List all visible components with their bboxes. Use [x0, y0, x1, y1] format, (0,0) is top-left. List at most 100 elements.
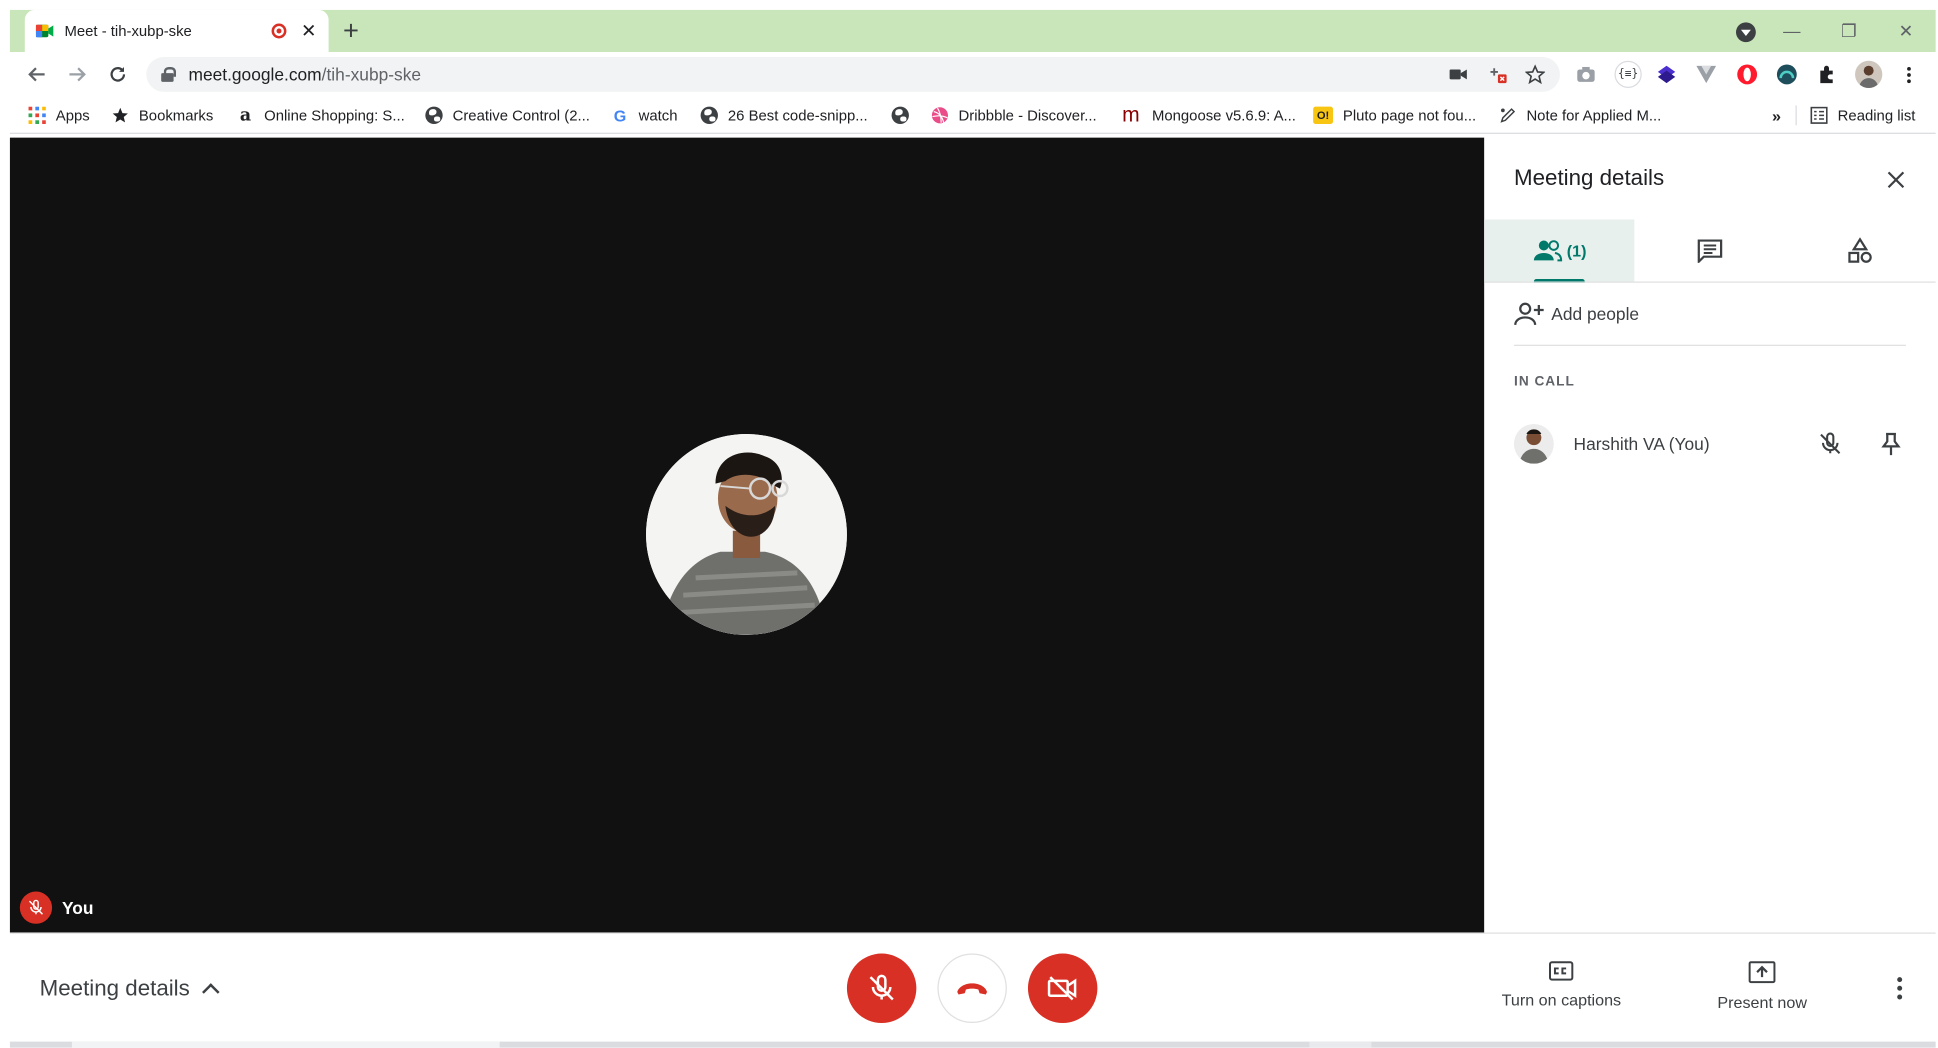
tab-close-icon[interactable]: ✕ — [299, 21, 319, 42]
bookmark-apps[interactable]: Apps — [28, 104, 90, 126]
chat-icon — [1697, 239, 1722, 263]
more-options-icon[interactable] — [1885, 973, 1915, 1003]
stack-extension-icon[interactable] — [1655, 63, 1677, 85]
tab-chat[interactable] — [1634, 219, 1784, 281]
camera-off-icon — [1047, 976, 1077, 1001]
back-icon[interactable] — [24, 61, 51, 88]
bottom-scrollbar — [9, 1041, 1936, 1048]
chevron-up-icon — [202, 983, 220, 1001]
new-tab-button[interactable]: + — [336, 15, 366, 46]
add-people-label: Add people — [1551, 303, 1640, 324]
closed-captions-icon — [1549, 961, 1574, 981]
camera-toggle-button[interactable] — [1027, 953, 1098, 1023]
bookmark-label: Note for Applied M... — [1526, 106, 1662, 124]
meeting-details-toggle[interactable]: Meeting details — [39, 975, 220, 1002]
meeting-details-panel: Meeting details (1) Add people IN CALL H… — [1484, 137, 1936, 933]
bookmark-label: Pluto page not fou... — [1342, 106, 1477, 124]
tab-activities[interactable] — [1784, 219, 1935, 281]
people-count: (1) — [1566, 241, 1587, 260]
bookmark-dribbble[interactable]: Dribbble - Discover... — [931, 104, 1097, 126]
self-view-tag: You — [19, 891, 94, 924]
bookmark-pluto[interactable]: O! Pluto page not fou... — [1313, 104, 1476, 126]
apps-grid-icon — [28, 106, 46, 124]
vpn-extension-icon[interactable] — [1776, 63, 1798, 85]
microphone-toggle-button[interactable] — [846, 953, 917, 1023]
bookmark-amazon[interactable]: a Online Shopping: S... — [237, 104, 405, 126]
globe-icon — [700, 106, 718, 124]
bookmark-label: Bookmarks — [138, 106, 214, 124]
recording-indicator-icon — [271, 23, 287, 39]
bookmarks-overflow-button[interactable]: » — [1772, 104, 1781, 126]
mic-off-icon — [869, 974, 894, 1001]
bookmark-globe[interactable] — [891, 104, 919, 126]
restore-window-icon[interactable]: ❐ — [1835, 17, 1862, 44]
in-call-heading: IN CALL — [1514, 374, 1575, 390]
google-icon: G — [613, 106, 627, 125]
bookmark-watch[interactable]: G watch — [611, 104, 678, 126]
participant-row[interactable]: Harshith VA (You) — [1514, 422, 1906, 467]
vue-devtools-icon[interactable] — [1695, 63, 1717, 85]
reading-list-button[interactable]: Reading list — [1810, 104, 1915, 126]
browser-toolbar: meet.google.com/tih-xubp-ske {≡} — [9, 52, 1936, 97]
star-icon — [112, 107, 129, 124]
bookmark-star-icon[interactable] — [1525, 64, 1546, 85]
bookmark-label: Mongoose v5.6.9: A... — [1151, 106, 1296, 124]
video-stage: You — [9, 137, 1485, 933]
browser-tabstrip: Meet - tih-xubp-ske ✕ + — ❐ ✕ — [9, 9, 1936, 53]
participant-avatar — [646, 434, 847, 635]
dribbble-icon — [931, 107, 948, 124]
reading-list-label: Reading list — [1837, 106, 1916, 124]
bookmark-creative-control[interactable]: Creative Control (2... — [425, 104, 590, 126]
bookmark-bookmarks[interactable]: Bookmarks — [112, 104, 214, 126]
pin-icon[interactable] — [1876, 429, 1906, 459]
mongoose-icon: m — [1122, 102, 1140, 127]
captions-label: Turn on captions — [1501, 990, 1622, 1010]
screenshot-extension-icon[interactable] — [1575, 63, 1597, 85]
browser-menu-icon[interactable] — [1897, 63, 1919, 85]
self-name-label: You — [62, 897, 94, 918]
add-people-button[interactable]: Add people — [1514, 301, 1639, 326]
bookmark-label: Apps — [55, 106, 90, 124]
close-panel-icon[interactable] — [1881, 165, 1911, 195]
globe-icon — [425, 106, 443, 124]
bookmarks-bar: Apps Bookmarks a Online Shopping: S... C… — [9, 96, 1936, 134]
panel-title: Meeting details — [1514, 164, 1665, 190]
camera-in-use-icon[interactable] — [1448, 64, 1468, 84]
bookmark-mongoose[interactable]: m Mongoose v5.6.9: A... — [1120, 102, 1296, 127]
json-viewer-extension-icon[interactable]: {≡} — [1614, 60, 1642, 89]
bookmark-label: watch — [638, 106, 678, 124]
minimize-window-icon[interactable]: — — [1778, 17, 1805, 44]
participant-row-avatar — [1514, 424, 1554, 464]
browser-tab-meet[interactable]: Meet - tih-xubp-ske ✕ — [24, 9, 329, 53]
people-icon — [1533, 240, 1562, 262]
amazon-icon: a — [239, 105, 252, 126]
bookmark-note[interactable]: Note for Applied M... — [1499, 104, 1661, 126]
site-blocked-icon[interactable] — [1488, 64, 1508, 84]
reload-icon[interactable] — [104, 61, 131, 88]
opera-extension-icon[interactable] — [1736, 63, 1758, 85]
forward-icon[interactable] — [63, 61, 90, 88]
tab-people[interactable]: (1) — [1484, 219, 1635, 282]
hang-up-icon — [957, 983, 988, 995]
present-now-button[interactable]: Present now — [1717, 961, 1807, 1012]
leave-call-button[interactable] — [937, 953, 1007, 1023]
address-bar[interactable]: meet.google.com/tih-xubp-ske — [146, 57, 1560, 92]
note-icon — [1499, 107, 1516, 124]
reading-list-icon — [1810, 106, 1828, 124]
bookmark-code-snippets[interactable]: 26 Best code-snipp... — [700, 104, 868, 126]
pluto-icon: O! — [1313, 106, 1333, 124]
present-screen-icon — [1748, 961, 1776, 984]
close-window-icon[interactable]: ✕ — [1892, 17, 1919, 44]
activities-shapes-icon — [1848, 237, 1872, 263]
meeting-control-bar: Meeting details Turn on captions Present… — [9, 932, 1936, 1042]
extensions-puzzle-icon[interactable] — [1815, 63, 1837, 85]
mic-off-icon — [19, 891, 53, 924]
lock-icon — [161, 66, 177, 82]
captions-button[interactable]: Turn on captions — [1502, 961, 1621, 1009]
url-text: meet.google.com/tih-xubp-ske — [188, 64, 422, 85]
profile-avatar[interactable] — [1855, 60, 1883, 89]
add-person-icon — [1514, 302, 1544, 326]
meeting-details-label: Meeting details — [39, 975, 190, 1001]
globe-icon — [891, 106, 909, 124]
tab-search-icon[interactable] — [1736, 22, 1756, 43]
